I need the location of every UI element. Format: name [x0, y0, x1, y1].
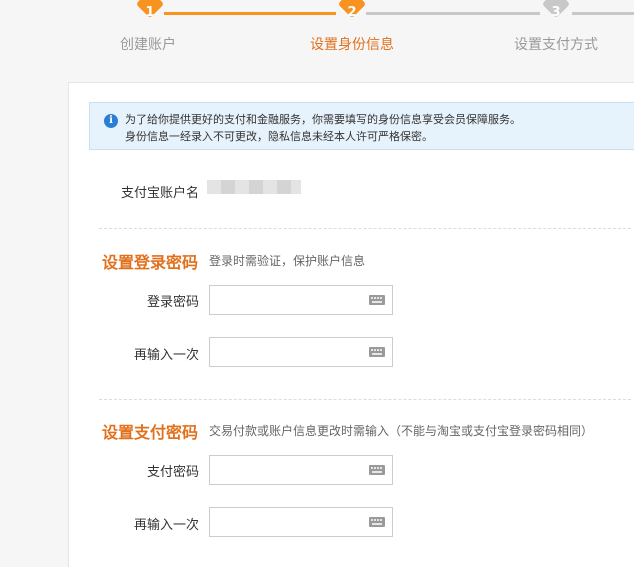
- step-3-badge: 3: [541, 0, 571, 28]
- notice-line-1: 为了给你提供更好的支付和金融服务，你需要填写的身份信息享受会员保障服务。: [125, 113, 521, 126]
- step-connector-done: [164, 12, 336, 15]
- section-divider: [99, 228, 631, 229]
- progress-stepper: 1 创建账户 2 设置身份信息 3 设置支付方式: [0, 0, 634, 70]
- pay-password-confirm-field[interactable]: [209, 507, 393, 537]
- info-icon: i: [104, 114, 118, 128]
- step-connector-pending: [366, 12, 540, 15]
- info-notice: i 为了给你提供更好的支付和金融服务，你需要填写的身份信息享受会员保障服务。 身…: [89, 102, 634, 150]
- pay-password-hint: 交易付款或账户信息更改时需输入（不能与淘宝或支付宝登录密码相同）: [209, 424, 594, 438]
- account-name-label: 支付宝账户名: [120, 186, 199, 201]
- step-3-label: 设置支付方式: [514, 37, 598, 53]
- login-password-title: 设置登录密码: [102, 253, 199, 272]
- keyboard-icon[interactable]: [369, 347, 385, 357]
- login-password-confirm-label: 再输入一次: [133, 348, 199, 363]
- pay-password-field[interactable]: [209, 455, 393, 485]
- step-2-label: 设置身份信息: [310, 37, 394, 53]
- login-password-label: 登录密码: [146, 295, 199, 310]
- login-password-field[interactable]: [209, 285, 393, 315]
- identity-form-card: i 为了给你提供更好的支付和金融服务，你需要填写的身份信息享受会员保障服务。 身…: [68, 82, 634, 567]
- pay-password-confirm-input[interactable]: [214, 509, 368, 537]
- step-2-badge: 2: [337, 0, 367, 28]
- step-1-badge: 1: [135, 0, 165, 28]
- keyboard-icon[interactable]: [369, 465, 385, 475]
- pay-password-input[interactable]: [214, 457, 368, 485]
- pay-password-confirm-label: 再输入一次: [133, 518, 199, 533]
- step-1-label: 创建账户: [120, 37, 176, 53]
- login-password-confirm-field[interactable]: [209, 337, 393, 367]
- login-password-input[interactable]: [214, 287, 368, 315]
- account-name-value-masked: [207, 180, 301, 194]
- step-connector-pending: [572, 12, 634, 15]
- pay-password-label: 支付密码: [146, 465, 199, 480]
- section-divider: [99, 399, 631, 400]
- keyboard-icon[interactable]: [369, 295, 385, 305]
- login-password-hint: 登录时需验证，保护账户信息: [209, 254, 366, 268]
- notice-line-2: 身份信息一经录入不可更改，隐私信息未经本人许可严格保密。: [125, 130, 433, 143]
- login-password-confirm-input[interactable]: [214, 339, 368, 367]
- keyboard-icon[interactable]: [369, 517, 385, 527]
- pay-password-title: 设置支付密码: [102, 423, 199, 442]
